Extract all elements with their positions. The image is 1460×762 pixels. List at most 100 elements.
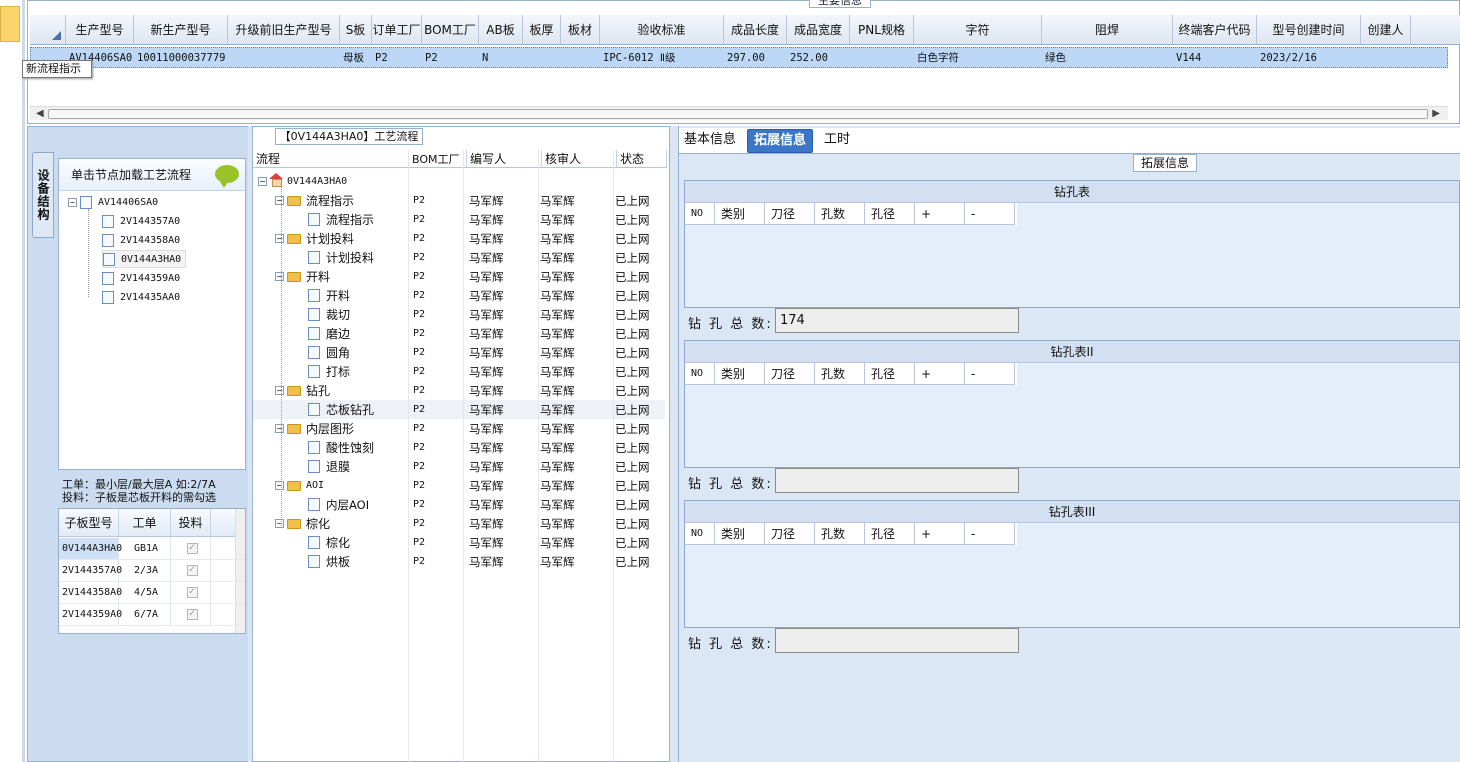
tab-work-hours[interactable]: 工时 [818, 129, 856, 153]
column-header[interactable]: 板厚 [523, 15, 561, 44]
tab-basic-info[interactable]: 基本信息 [678, 129, 742, 153]
scroll-thumb[interactable] [48, 109, 1428, 119]
table-cell[interactable]: IPC-6012 Ⅱ级 [601, 48, 725, 67]
column-header[interactable]: S板 [340, 15, 372, 44]
column-header[interactable]: 类别 [715, 363, 765, 385]
column-header[interactable]: BOM工厂 [409, 150, 467, 167]
column-header[interactable]: 新生产型号 [134, 15, 228, 44]
collapse-icon[interactable]: − [258, 177, 267, 186]
table-row[interactable]: 2V144357A0 2/3A ✓ [59, 560, 245, 582]
column-header[interactable]: 孔数 [815, 523, 865, 545]
column-header[interactable]: AB板 [479, 15, 523, 44]
table-cell[interactable]: P2 [423, 48, 480, 67]
process-row[interactable]: − AOI P2 马军辉 马军辉 已上网 [253, 476, 665, 495]
column-header[interactable]: 字符 [914, 15, 1042, 44]
column-header[interactable]: - [965, 363, 1015, 385]
column-header[interactable]: 类别 [715, 203, 765, 225]
column-header[interactable]: 编写人 [467, 150, 542, 167]
process-row[interactable]: − 棕化 P2 马军辉 马军辉 已上网 [253, 514, 665, 533]
sub-board-model[interactable]: 2V144358A0 [59, 582, 122, 603]
table-cell[interactable]: 252.00 [788, 48, 851, 67]
table-cell[interactable] [229, 48, 341, 67]
table-cell[interactable]: 母板 [341, 48, 373, 67]
process-row[interactable]: 开料 P2 马军辉 马军辉 已上网 [253, 286, 665, 305]
column-header[interactable]: NO [685, 523, 715, 545]
tree-node[interactable]: 2V14435AA0 [102, 288, 180, 306]
table-cell[interactable]: 297.00 [725, 48, 788, 67]
process-row[interactable]: 退膜 P2 马军辉 马军辉 已上网 [253, 457, 665, 476]
table-cell[interactable] [562, 48, 601, 67]
sub-board-model[interactable]: 2V144357A0 [59, 560, 122, 581]
drill-total-field[interactable] [775, 468, 1019, 493]
feed-checkbox[interactable]: ✓ [186, 587, 198, 598]
table-cell[interactable] [851, 48, 915, 67]
column-header[interactable]: + [915, 363, 965, 385]
tree-node[interactable]: 0V144A3HA0 [102, 250, 187, 268]
column-header[interactable]: 孔数 [815, 363, 865, 385]
column-header[interactable]: PNL规格 [850, 15, 914, 44]
column-header[interactable]: 刀径 [765, 203, 815, 225]
work-order[interactable]: 6/7A [119, 604, 171, 625]
column-header[interactable]: 阻焊 [1042, 15, 1173, 44]
collapse-icon[interactable]: − [275, 272, 284, 281]
collapse-icon[interactable]: − [275, 234, 284, 243]
column-header[interactable]: 状态 [617, 150, 667, 167]
collapse-icon[interactable]: − [275, 386, 284, 395]
column-header[interactable]: - [965, 203, 1015, 225]
column-header[interactable]: 订单工厂 [372, 15, 422, 44]
select-all-corner[interactable] [30, 15, 66, 44]
table-row[interactable]: 2V144359A0 6/7A ✓ [59, 604, 245, 626]
column-header[interactable]: NO [685, 203, 715, 225]
column-header[interactable]: 孔径 [865, 203, 915, 225]
collapse-icon[interactable]: − [275, 481, 284, 490]
column-header[interactable]: 流程 [253, 150, 409, 167]
column-header[interactable]: 成品宽度 [787, 15, 850, 44]
sub-board-model[interactable]: 0V144A3HA0 [59, 538, 122, 559]
column-header[interactable]: BOM工厂 [422, 15, 479, 44]
table-cell[interactable]: P2 [373, 48, 423, 67]
column-header[interactable]: 类别 [715, 523, 765, 545]
scroll-left-icon[interactable]: ◀ [36, 108, 44, 119]
feed-checkbox[interactable]: ✓ [186, 565, 198, 576]
table-cell[interactable]: N [480, 48, 524, 67]
process-row[interactable]: 圆角 P2 马军辉 马军辉 已上网 [253, 343, 665, 362]
column-header[interactable]: 刀径 [765, 523, 815, 545]
process-row[interactable]: − 计划投料 P2 马军辉 马军辉 已上网 [253, 229, 665, 248]
collapse-icon[interactable]: − [275, 424, 284, 433]
column-header[interactable]: - [965, 523, 1015, 545]
process-row[interactable]: 流程指示 P2 马军辉 马军辉 已上网 [253, 210, 665, 229]
column-header[interactable]: 子板型号 [59, 509, 119, 536]
table-cell[interactable] [524, 48, 562, 67]
tree-node[interactable]: 2V144358A0 [102, 231, 180, 249]
table-cell[interactable] [1362, 48, 1412, 67]
process-row[interactable]: 芯板钻孔 P2 马军辉 马军辉 已上网 [253, 400, 665, 419]
process-row[interactable]: 磨边 P2 马军辉 马军辉 已上网 [253, 324, 665, 343]
table-cell[interactable]: 10011000037779 [135, 48, 229, 67]
process-row[interactable]: 棕化 P2 马军辉 马军辉 已上网 [253, 533, 665, 552]
process-row[interactable]: − 流程指示 P2 马军辉 马军辉 已上网 [253, 191, 665, 210]
collapse-icon[interactable]: − [275, 519, 284, 528]
table-cell[interactable]: 2023/2/16 [1258, 48, 1362, 67]
main-info-data-row[interactable]: AV14406SA0 10011000037779 母板 P2 P2 N IPC-6012 … [30, 47, 1448, 68]
process-row[interactable]: 裁切 P2 马军辉 马军辉 已上网 [253, 305, 665, 324]
process-row[interactable]: − 钻孔 P2 马军辉 马军辉 已上网 [253, 381, 665, 400]
collapse-icon[interactable]: − [275, 196, 284, 205]
column-header[interactable]: 工单 [119, 509, 171, 536]
process-row[interactable]: − 开料 P2 马军辉 马军辉 已上网 [253, 267, 665, 286]
work-order[interactable]: 2/3A [119, 560, 171, 581]
scroll-right-icon[interactable]: ▶ [1432, 108, 1440, 119]
column-header[interactable]: + [915, 203, 965, 225]
process-row[interactable]: 烘板 P2 马军辉 马军辉 已上网 [253, 552, 665, 571]
table-row[interactable]: 0V144A3HA0 GB1A ✓ [59, 538, 245, 560]
column-header[interactable]: 验收标准 [600, 15, 724, 44]
middle-splitter[interactable] [670, 126, 678, 762]
tree-node[interactable]: 2V144359A0 [102, 269, 180, 287]
horizontal-scrollbar[interactable]: ◀ ▶ [30, 106, 1448, 120]
tree-node-root[interactable]: − AV14406SA0 [68, 193, 158, 211]
process-row[interactable]: 酸性蚀刻 P2 马军辉 马军辉 已上网 [253, 438, 665, 457]
process-row[interactable]: − 内层图形 P2 马军辉 马军辉 已上网 [253, 419, 665, 438]
tree-node[interactable]: 2V144357A0 [102, 212, 180, 230]
column-header[interactable]: 成品长度 [724, 15, 787, 44]
column-header[interactable]: 孔数 [815, 203, 865, 225]
column-header[interactable]: 核审人 [542, 150, 617, 167]
